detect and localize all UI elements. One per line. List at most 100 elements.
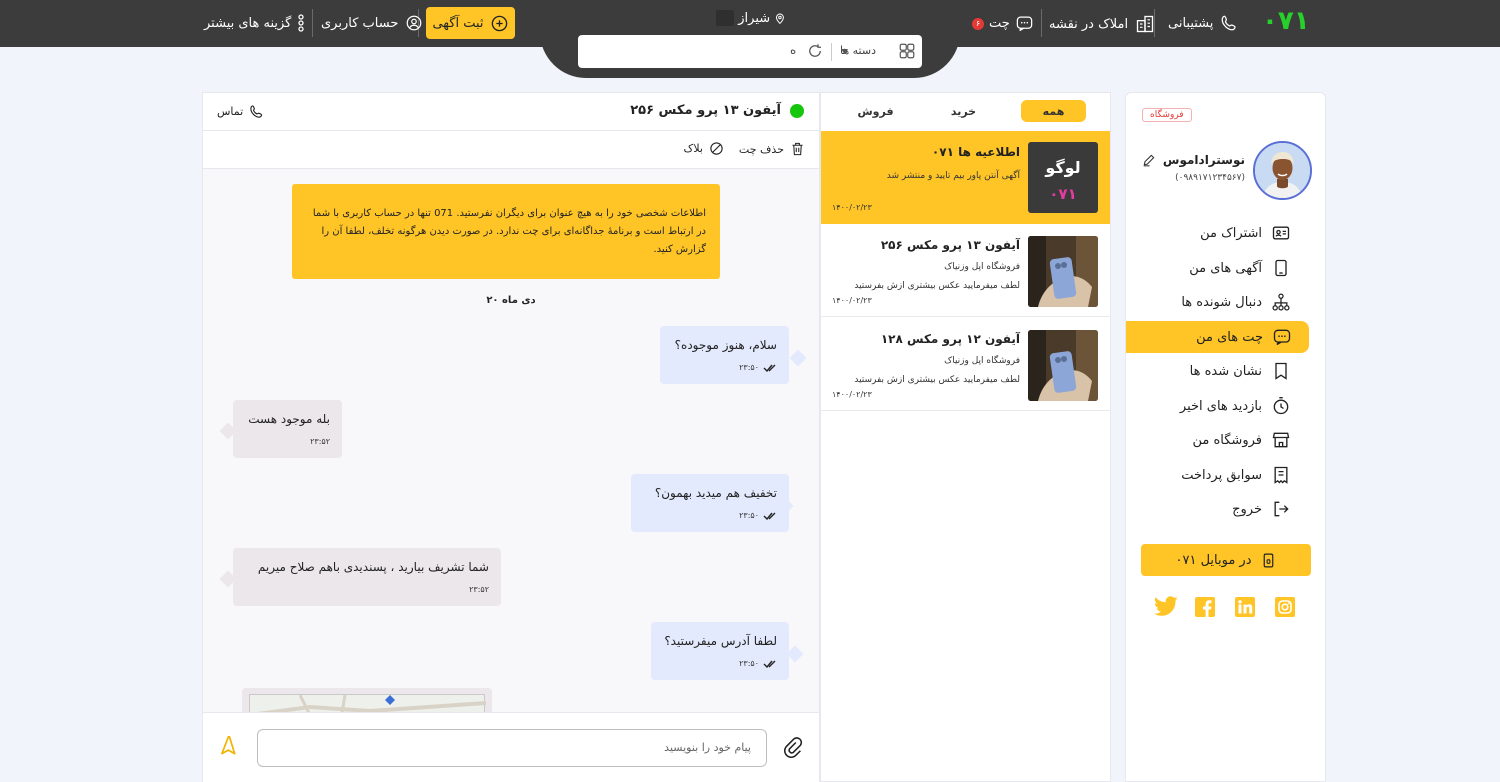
site-logo[interactable]: ۰۷۱	[1262, 6, 1310, 36]
tab-all[interactable]: همه	[1021, 105, 1086, 118]
instagram-icon[interactable]	[1275, 597, 1295, 617]
message-time: ۲۳:۵۰	[739, 511, 759, 520]
chat-toolbar	[203, 131, 819, 169]
post-ad-button[interactable]: ثبت آگهی	[426, 7, 515, 39]
chat-title: آیفون ۱۲ پرو مکس ۱۲۸	[880, 332, 1020, 346]
linkedin-icon[interactable]	[1235, 597, 1255, 617]
search-bar[interactable]: دسته ها ه	[578, 35, 922, 68]
chat-badge: ۶	[972, 17, 984, 30]
mobile-app-button[interactable]: ۰۷۱ در موبایل	[1141, 544, 1311, 576]
privacy-notice: اطلاعات شخصی خود را به هیچ عنوان برای دی…	[292, 184, 720, 279]
chat-link[interactable]: ۶ چت	[972, 14, 1034, 33]
map-image	[257, 695, 486, 712]
mobile-icon	[1263, 553, 1273, 567]
chat-list-item[interactable]: لوگو ۰۷۱ اطلاعیه ها ۰۷۱ آگهی آنتن پاور ب…	[821, 131, 1110, 224]
sidebar-item-my-store[interactable]: فروشگاه من	[1192, 424, 1291, 456]
chat-icon	[1273, 329, 1291, 346]
iphone-photo	[1028, 330, 1098, 401]
attachment-icon[interactable]	[783, 737, 805, 759]
chat-label: چت	[989, 16, 1010, 31]
logout-icon	[1274, 501, 1289, 517]
online-status-dot	[790, 104, 804, 118]
account-link[interactable]: حساب کاربری	[321, 14, 423, 32]
sidebar-item-subscription[interactable]: اشتراک من	[1200, 217, 1291, 249]
chat-shop-name: فروشگاه اپل وزنیاک	[944, 262, 1020, 272]
message-input[interactable]: پیام خود را بنویسید	[257, 729, 767, 767]
sidebar-item-label: دنبال شونده ها	[1181, 294, 1262, 310]
location-message[interactable]	[242, 688, 492, 712]
trash-icon	[792, 142, 803, 156]
sidebar-item-logout[interactable]: خروج	[1232, 493, 1291, 525]
message-text: بله موجود هست	[248, 412, 330, 426]
sidebar-item-recent-views[interactable]: بازدید های اخیر	[1180, 390, 1291, 422]
iphone-photo	[1028, 236, 1098, 307]
sidebar-item-label: سوابق پرداخت	[1181, 467, 1262, 483]
block-button[interactable]: بلاک	[684, 141, 724, 156]
grid-icon[interactable]	[898, 42, 916, 60]
tab-buy[interactable]: خرید	[931, 105, 996, 118]
city-selector[interactable]: شیراز	[716, 8, 786, 28]
divider	[831, 43, 832, 61]
chat-title: اطلاعیه ها ۰۷۱	[931, 145, 1020, 159]
store-icon	[1272, 432, 1290, 448]
id-card-icon	[1272, 226, 1290, 240]
user-sidebar: فروشگاه نوستراداموس (۰۹۸۹۱۷۱۲۳۴۵۶۷) اشتر…	[1125, 92, 1326, 782]
notification-logo-thumb: لوگو ۰۷۱	[1028, 142, 1098, 213]
sidebar-item-my-ads[interactable]: آگهی های من	[1189, 252, 1291, 284]
message-time: ۲۳:۵۰	[739, 659, 759, 668]
sidebar-item-followings[interactable]: دنبال شونده ها	[1181, 286, 1291, 318]
product-thumbnail	[1028, 236, 1098, 307]
message-bubble[interactable]: شما تشریف بیارید ، پسندیدی باهم صلاح میر…	[233, 548, 501, 606]
edit-icon[interactable]	[1142, 153, 1156, 167]
message-bubble[interactable]: بله موجود هست ۲۳:۵۲	[233, 400, 342, 458]
chat-list-panel: همه خرید فروش لوگو ۰۷۱ اطلاعیه ها ۰۷۱ آگ…	[820, 92, 1111, 782]
call-button[interactable]: تماس	[217, 104, 264, 119]
tab-sell[interactable]: فروش	[843, 105, 908, 118]
chat-window: آیفون ۱۳ پرو مکس ۲۵۶ تماس حذف چت بلاک اط…	[202, 92, 820, 782]
user-phone: (۰۹۸۹۱۷۱۲۳۴۵۶۷)	[1175, 173, 1245, 183]
map-link[interactable]: املاک در نقشه	[1049, 14, 1155, 34]
timer-icon	[1273, 397, 1289, 415]
city-label: شیراز	[738, 10, 771, 26]
city-flag	[716, 10, 735, 26]
mobile-app-label: ۰۷۱ در موبایل	[1175, 552, 1252, 568]
search-icon[interactable]	[806, 42, 824, 60]
message-bubble[interactable]: تخفیف هم میدید بهمون؟ ۲۳:۵۰	[631, 474, 789, 532]
double-check-icon	[763, 660, 776, 668]
search-input[interactable]: ه	[790, 43, 796, 57]
message-bubble[interactable]: سلام، هنوز موجوده؟ ۲۳:۵۰	[660, 326, 789, 384]
support-link[interactable]: پشتیبانی	[1168, 14, 1238, 32]
send-icon[interactable]	[217, 736, 241, 760]
delete-chat-button[interactable]: حذف چت	[739, 141, 805, 157]
double-check-icon	[763, 512, 776, 520]
chat-title: آیفون ۱۳ پرو مکس ۲۵۶	[880, 238, 1020, 252]
logo-placeholder: لوگو	[1045, 158, 1081, 177]
account-label: حساب کاربری	[321, 15, 399, 31]
sidebar-item-label: اشتراک من	[1200, 225, 1262, 241]
phone-icon	[1222, 15, 1237, 31]
message-bubble[interactable]: لطفا آدرس میفرستید؟ ۲۳:۵۰	[651, 622, 789, 680]
message-text: لطفا آدرس میفرستید؟	[664, 634, 777, 648]
delete-chat-label: حذف چت	[738, 142, 784, 156]
sidebar-item-label: نشان شده ها	[1189, 363, 1262, 379]
message-time: ۲۳:۵۲	[310, 437, 330, 446]
divider	[312, 9, 313, 37]
chat-list-item[interactable]: آیفون ۱۳ پرو مکس ۲۵۶ فروشگاه اپل وزنیاک …	[821, 224, 1110, 317]
sidebar-item-my-chats[interactable]: چت های من	[1126, 321, 1309, 353]
avatar[interactable]	[1253, 141, 1312, 200]
post-ad-label: ثبت آگهی	[432, 15, 484, 31]
sidebar-item-label: چت های من	[1196, 329, 1263, 345]
chat-preview: لطف میفرمایید عکس بیشتری ازش بفرستید	[854, 281, 1020, 291]
sidebar-item-bookmarks[interactable]: نشان شده ها	[1190, 355, 1291, 387]
call-label: تماس	[217, 105, 244, 118]
message-text: شما تشریف بیارید ، پسندیدی باهم صلاح میر…	[257, 560, 489, 574]
facebook-icon[interactable]	[1195, 597, 1215, 617]
map-label: املاک در نقشه	[1049, 16, 1129, 32]
chat-list-item[interactable]: آیفون ۱۲ پرو مکس ۱۲۸ فروشگاه اپل وزنیاک …	[821, 318, 1110, 411]
twitter-icon[interactable]	[1153, 596, 1179, 618]
logo-brand: ۰۷۱	[1049, 185, 1077, 203]
buildings-icon	[1136, 15, 1154, 33]
more-options-link[interactable]: گزینه های بیشتر	[204, 14, 305, 32]
sidebar-item-payment-history[interactable]: سوابق پرداخت	[1181, 459, 1291, 491]
chat-shop-name: فروشگاه اپل وزنیاک	[944, 356, 1020, 366]
